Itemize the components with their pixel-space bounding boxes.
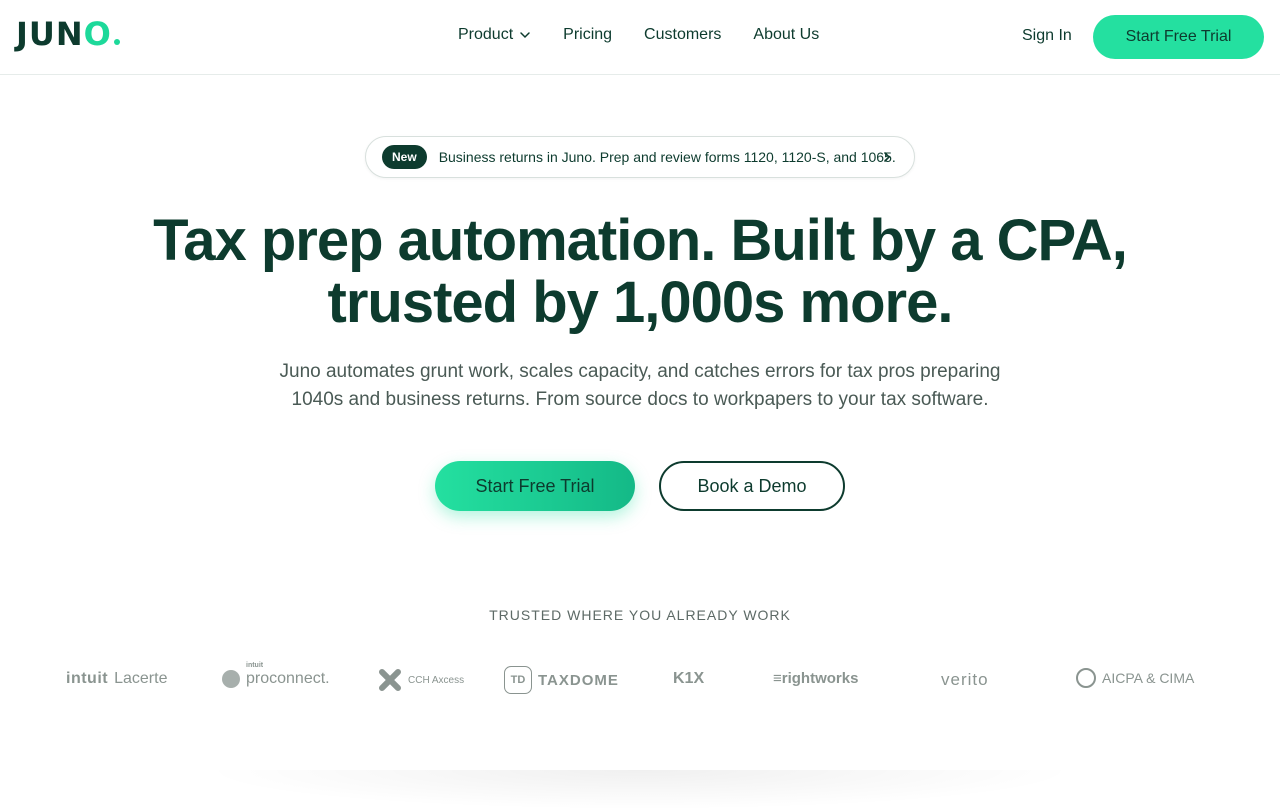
taxdome-mark-icon: TD [504,666,532,694]
proconnect-product: proconnect. [246,670,330,687]
intuit-lacerte-logo: intuit Lacerte [66,670,167,688]
taxdome-logo: TD TAXDOME [504,666,619,694]
announcement-pill[interactable]: New Business returns in Juno. Prep and r… [365,136,915,178]
nav-product-label: Product [458,26,514,43]
nav-start-free-trial-button[interactable]: Start Free Trial [1093,15,1264,59]
subtitle-line-1: Juno automates grunt work, scales capaci… [279,361,1001,382]
top-navigation: JUNO Product Pricing Customers About Us … [0,0,1280,75]
proconnect-text-wrap: intuit proconnect. [246,662,330,688]
hero-headline: Tax prep automation. Built by a CPA, tru… [0,210,1280,334]
chevron-down-icon [520,32,530,39]
next-section-card-edge [200,770,1080,810]
nav-pricing-label: Pricing [563,26,613,43]
logo-text-o: O [83,15,112,53]
headline-line-1: Tax prep automation. Built by a CPA, [153,208,1128,273]
proconnect-mark-icon [222,670,240,688]
nav-pricing[interactable]: Pricing [563,26,612,44]
cch-axcess-logo: CCH Axcess [378,668,464,692]
nav-links: Product Pricing Customers About Us [458,26,819,44]
subtitle-line-2: 1040s and business returns. From source … [291,389,989,410]
proconnect-logo: intuit proconnect. [222,662,330,688]
nav-about-label: About Us [753,26,820,43]
nav-about-us[interactable]: About Us [753,26,819,44]
headline-line-2: trusted by 1,000s more. [327,270,954,335]
aicpa-cima-logo: AICPA & CIMA [1076,668,1194,688]
nav-customers[interactable]: Customers [644,26,721,44]
cch-axcess-text: CCH Axcess [408,674,465,686]
nav-product[interactable]: Product [458,26,531,44]
logo-dot [113,39,120,45]
hero-start-free-trial-button[interactable]: Start Free Trial [435,461,635,511]
new-badge: New [382,145,427,169]
chevron-right-icon [884,152,891,162]
cch-cross-icon [379,669,401,691]
juno-logo[interactable]: JUNO [16,18,120,50]
proconnect-brand: intuit [246,662,264,669]
aicpa-globe-icon [1076,668,1096,688]
aicpa-cima-text: AICPA & CIMA [1102,670,1195,686]
partner-logos: intuit Lacerte intuit proconnect. CCH Ax… [0,660,1280,700]
nav-customers-label: Customers [644,26,722,43]
intuit-lacerte-product: Lacerte [114,670,168,687]
hero-subtitle: Juno automates grunt work, scales capaci… [240,358,1040,414]
taxdome-text: TAXDOME [538,671,619,689]
intuit-lacerte-brand: intuit [66,670,109,687]
sign-in-link[interactable]: Sign In [1022,27,1072,45]
rightworks-logo: ≡rightworks [773,670,859,687]
book-a-demo-button[interactable]: Book a Demo [659,461,845,511]
announcement-text: Business returns in Juno. Prep and revie… [438,149,896,165]
trusted-heading: TRUSTED WHERE YOU ALREADY WORK [489,607,791,623]
k1x-logo: K1X [673,670,705,687]
verito-logo: verito [941,670,989,689]
logo-text-ju: JUN [16,15,84,53]
